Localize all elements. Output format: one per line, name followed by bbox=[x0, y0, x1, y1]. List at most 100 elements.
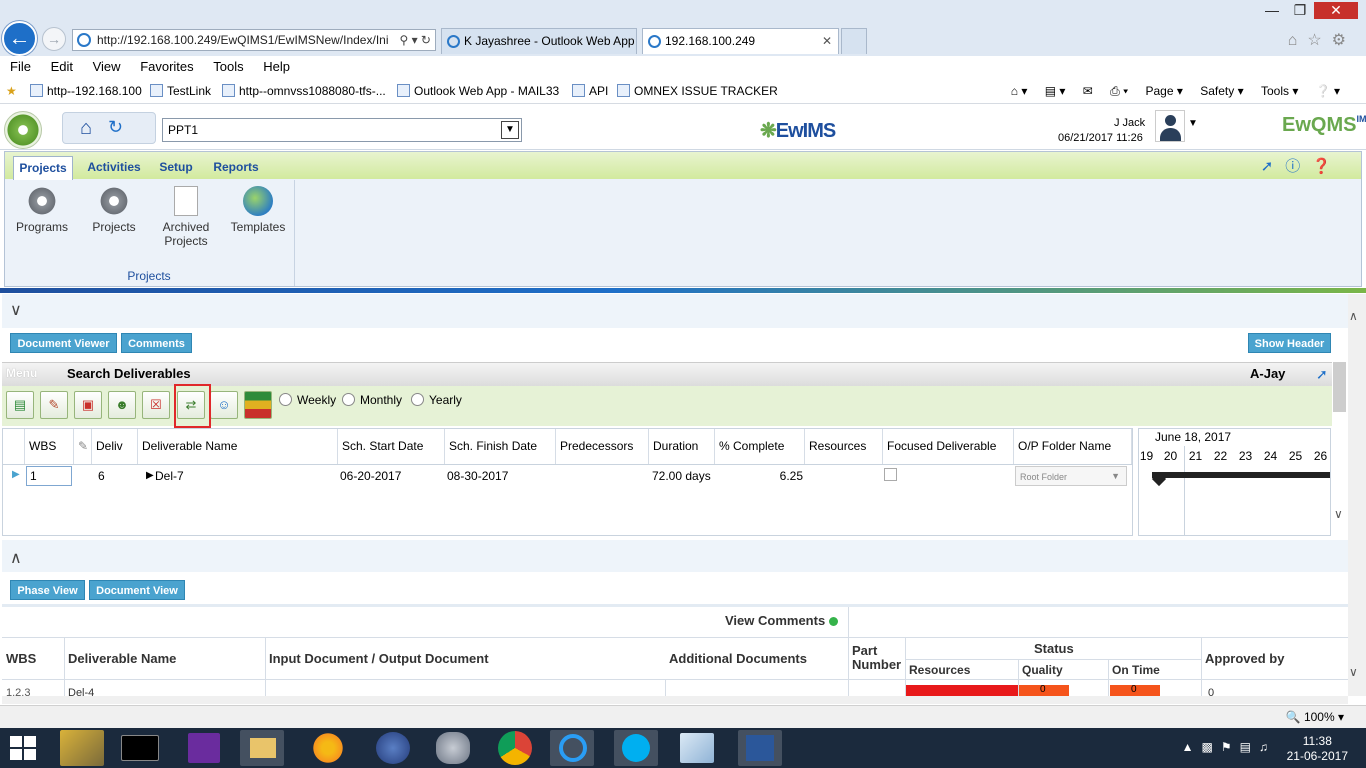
add-deliverable-icon[interactable]: ▤ bbox=[6, 391, 34, 419]
taskbar-skype-icon[interactable] bbox=[614, 730, 658, 766]
home-icon[interactable]: ⌂ bbox=[1288, 32, 1308, 49]
grid-header-folder[interactable]: O/P Folder Name bbox=[1014, 429, 1132, 464]
grid-header-focused[interactable]: Focused Deliverable bbox=[883, 429, 1014, 464]
menu-help[interactable]: Help bbox=[253, 56, 296, 74]
taskbar-snipping-icon[interactable] bbox=[436, 732, 470, 764]
fav-link-2[interactable]: TestLink bbox=[150, 79, 211, 103]
document-view-button[interactable]: Document View bbox=[89, 580, 185, 600]
project-select[interactable]: PPT1 ▼ bbox=[162, 118, 522, 142]
refresh-icon[interactable]: ↻ bbox=[108, 117, 123, 138]
back-button[interactable]: ← bbox=[2, 21, 37, 56]
menu-file[interactable]: File bbox=[0, 56, 37, 74]
fav-link-3[interactable]: http--omnvss1088080-tfs-... bbox=[222, 79, 386, 103]
info-icon[interactable]: ⓘ bbox=[1285, 158, 1312, 175]
document-viewer-button[interactable]: Document Viewer bbox=[10, 333, 117, 353]
assign-user-icon[interactable]: ☻ bbox=[108, 391, 136, 419]
grid-cell-wbs[interactable]: 1 bbox=[26, 466, 72, 486]
radio-yearly[interactable]: Yearly bbox=[411, 393, 462, 407]
grid-header-complete[interactable]: % Complete bbox=[715, 429, 805, 464]
menu-favorites[interactable]: Favorites bbox=[130, 56, 199, 74]
tray-network-icon[interactable]: ▤ bbox=[1240, 740, 1259, 754]
windows-start-icon[interactable] bbox=[10, 736, 38, 762]
row-deliverable-name[interactable]: Del-4 bbox=[68, 687, 94, 696]
new-tab-button[interactable] bbox=[841, 28, 867, 54]
chevron-down-icon[interactable]: ▼ bbox=[1188, 118, 1198, 129]
forward-button[interactable]: → bbox=[42, 27, 66, 51]
tools-menu[interactable]: Tools ▾ bbox=[1261, 84, 1298, 98]
pin-icon[interactable]: ➚ bbox=[1261, 158, 1286, 175]
menu-edit[interactable]: Edit bbox=[41, 56, 79, 74]
fav-link-1[interactable]: http--192.168.100 bbox=[30, 79, 142, 103]
zoom-control[interactable]: 🔍 100% ▾ bbox=[1286, 710, 1344, 724]
browser-tab-outlook[interactable]: K Jayashree - Outlook Web App bbox=[441, 28, 637, 54]
ribbon-archived-projects[interactable]: Archived Projects bbox=[151, 186, 221, 248]
ribbon-projects[interactable]: Projects bbox=[79, 186, 149, 234]
grid-header-resources[interactable]: Resources bbox=[805, 429, 883, 464]
fav-link-4[interactable]: Outlook Web App - MAIL33 bbox=[397, 79, 559, 103]
favorites-star-icon[interactable]: ☆ bbox=[1307, 32, 1331, 49]
tray-app-icon[interactable]: ▩ bbox=[1202, 740, 1221, 754]
settings-gear-icon[interactable]: ⚙ bbox=[1332, 32, 1356, 49]
grid-header-wbs[interactable]: WBS bbox=[25, 429, 74, 464]
browser-tab-active[interactable]: 192.168.100.249 ✕ bbox=[642, 28, 839, 54]
tab-setup[interactable]: Setup bbox=[153, 156, 199, 180]
grid-header-name[interactable]: Deliverable Name bbox=[138, 429, 338, 464]
taskbar-word-icon[interactable] bbox=[738, 730, 782, 766]
taskbar-clock[interactable]: 11:38 21-06-2017 bbox=[1287, 734, 1348, 764]
scroll-down-icon[interactable]: ∨ bbox=[1334, 507, 1343, 521]
help-icon[interactable]: ❔ ▾ bbox=[1316, 84, 1340, 98]
taskbar-thunderbird-icon[interactable] bbox=[376, 732, 410, 764]
print-icon[interactable]: ⎙ ▾ bbox=[1110, 84, 1128, 98]
view-comments-link[interactable]: View Comments bbox=[725, 613, 825, 628]
indent-icon[interactable]: ▣ bbox=[74, 391, 102, 419]
grid-header-deliv[interactable]: Deliv bbox=[92, 429, 138, 464]
edit-deliverable-icon[interactable]: ✎ bbox=[40, 391, 68, 419]
scroll-thumb[interactable] bbox=[1333, 362, 1346, 412]
tray-up-arrow-icon[interactable]: ▲ bbox=[1182, 740, 1202, 754]
grid-header-start[interactable]: Sch. Start Date bbox=[338, 429, 445, 464]
fav-link-6[interactable]: OMNEX ISSUE TRACKER bbox=[617, 79, 778, 103]
ribbon-programs[interactable]: Programs bbox=[7, 186, 77, 234]
address-bar[interactable]: http://192.168.100.249/EwQIMS1/EwIMSNew/… bbox=[72, 29, 436, 51]
close-tab-icon[interactable]: ✕ bbox=[822, 29, 832, 53]
radio-weekly[interactable]: Weekly bbox=[279, 393, 336, 407]
safety-menu[interactable]: Safety ▾ bbox=[1200, 84, 1243, 98]
collapse-chevron-up-icon[interactable]: ∧ bbox=[10, 548, 22, 568]
grid-header-finish[interactable]: Sch. Finish Date bbox=[445, 429, 556, 464]
grid-cell-name[interactable]: Del-7 bbox=[151, 466, 331, 486]
tray-volume-icon[interactable]: ♫ bbox=[1259, 740, 1276, 754]
tab-reports[interactable]: Reports bbox=[207, 156, 265, 180]
avatar[interactable] bbox=[1155, 110, 1185, 142]
collapse-chevron-down-icon[interactable]: ∨ bbox=[10, 300, 22, 320]
comments-button[interactable]: Comments bbox=[121, 333, 192, 353]
focused-checkbox[interactable] bbox=[884, 468, 897, 481]
delete-deliverable-icon[interactable]: ☒ bbox=[142, 391, 170, 419]
taskbar-explorer-icon[interactable] bbox=[240, 730, 284, 766]
fav-link-5[interactable]: API bbox=[572, 79, 608, 103]
vertical-scrollbar[interactable] bbox=[1348, 294, 1366, 696]
grid-header-duration[interactable]: Duration bbox=[649, 429, 715, 464]
taskbar-visual-studio-icon[interactable] bbox=[188, 733, 220, 763]
taskbar-notes-icon[interactable] bbox=[680, 733, 714, 763]
mail-icon[interactable]: ✉ bbox=[1083, 84, 1093, 98]
status-colors-icon[interactable] bbox=[244, 391, 272, 419]
scroll-down-icon[interactable]: ∨ bbox=[1349, 665, 1358, 679]
folder-select[interactable]: Root Folder ▼ bbox=[1015, 466, 1127, 486]
grid-header-predecessors[interactable]: Predecessors bbox=[556, 429, 649, 464]
horizontal-scrollbar[interactable] bbox=[2, 696, 1348, 704]
page-menu[interactable]: Page ▾ bbox=[1146, 84, 1183, 98]
taskbar-chrome-icon[interactable] bbox=[498, 731, 532, 765]
team-icon[interactable]: ☺ bbox=[210, 391, 238, 419]
feeds-icon[interactable]: ▤ ▾ bbox=[1045, 84, 1066, 98]
help-icon[interactable]: ❓ bbox=[1312, 158, 1343, 175]
minimize-icon[interactable]: — bbox=[1258, 2, 1286, 18]
home-icon[interactable]: ⌂ bbox=[80, 117, 92, 140]
menu-tools[interactable]: Tools bbox=[203, 56, 249, 74]
scroll-up-icon[interactable]: ∧ bbox=[1349, 309, 1358, 323]
tab-projects[interactable]: Projects bbox=[13, 156, 73, 180]
app-logo-icon[interactable] bbox=[4, 111, 42, 149]
address-tools-icon[interactable]: ⚲ ▾ ↻ bbox=[399, 30, 431, 50]
favorites-star-icon[interactable]: ★ bbox=[6, 79, 17, 103]
pin-icon[interactable]: ➚ bbox=[1316, 366, 1328, 383]
taskbar-tools-icon[interactable] bbox=[60, 730, 104, 766]
